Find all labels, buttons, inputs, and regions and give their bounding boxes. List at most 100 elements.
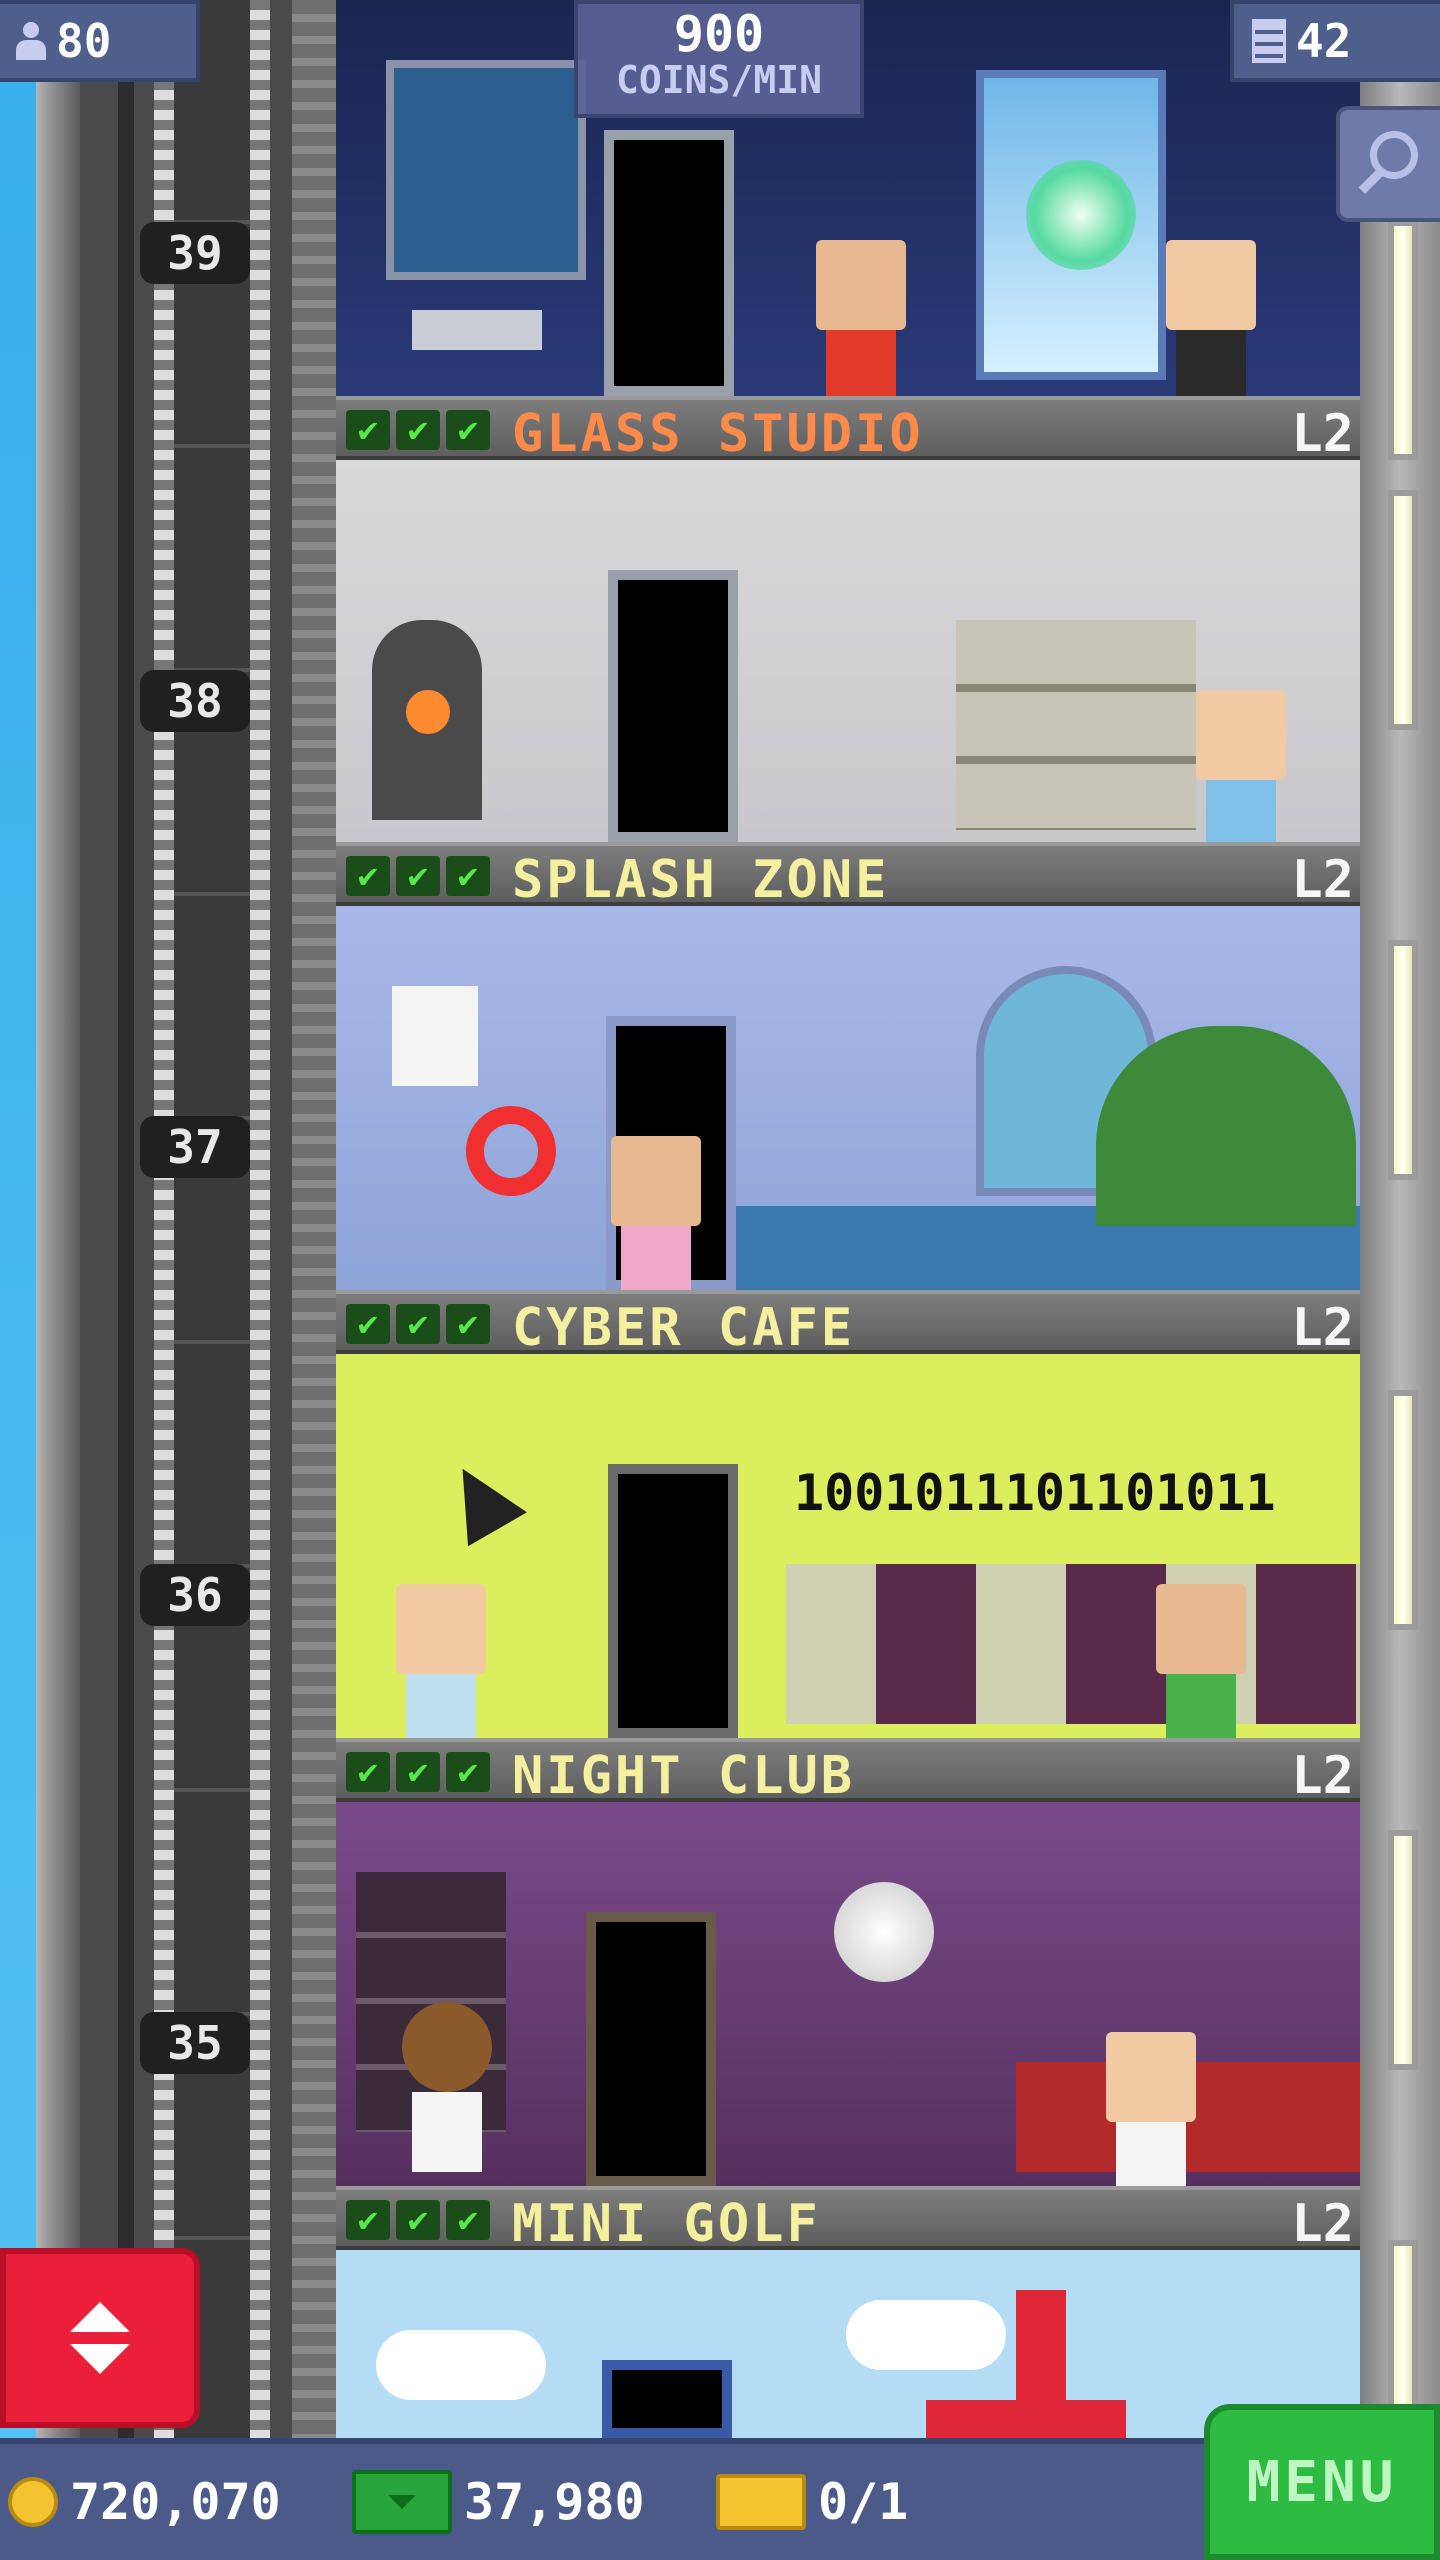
cloud xyxy=(846,2300,1006,2370)
check-icon: ✔ xyxy=(346,1752,390,1792)
room-cyber-cafe[interactable]: 1001011101101011 xyxy=(336,1354,1360,1738)
check-icon: ✔ xyxy=(346,1304,390,1344)
floors-value: 42 xyxy=(1296,14,1352,68)
room-mini-golf[interactable] xyxy=(336,2250,1360,2438)
building-window xyxy=(1388,1830,1418,2070)
floor-number-38: 38 xyxy=(140,670,250,732)
hologram-screen xyxy=(386,60,586,280)
check-icon: ✔ xyxy=(396,1304,440,1344)
binary-sign: 1001011101101011 xyxy=(794,1464,1276,1522)
wall-poster xyxy=(392,986,478,1086)
floor-label-cyber-cafe[interactable]: ✔ ✔ ✔ CYBER CAFE L2 xyxy=(336,1290,1360,1358)
menu-button[interactable]: MENU xyxy=(1204,2404,1440,2560)
disco-ball xyxy=(834,1882,934,1982)
check-icon: ✔ xyxy=(396,1752,440,1792)
bitizen[interactable] xyxy=(1156,1584,1246,1738)
elevator-track xyxy=(174,0,250,2440)
coins-counter[interactable]: 720,070 xyxy=(8,2444,281,2560)
zoom-button[interactable] xyxy=(1336,106,1440,222)
elevator-cable xyxy=(154,0,174,2440)
magnifier-icon xyxy=(1356,129,1426,199)
tickets-value: 0/1 xyxy=(818,2473,909,2531)
floor-checks: ✔ ✔ ✔ xyxy=(346,856,490,896)
floor-number-36: 36 xyxy=(140,1564,250,1626)
floor-label-splash-zone[interactable]: ✔ ✔ ✔ SPLASH ZONE L2 xyxy=(336,842,1360,910)
furnace-fire xyxy=(406,690,450,734)
bitizen[interactable] xyxy=(1196,690,1286,842)
building-window xyxy=(1388,1390,1418,1630)
room-door xyxy=(602,2360,732,2438)
check-icon: ✔ xyxy=(446,1752,490,1792)
palm-tree xyxy=(1096,1026,1356,1226)
cursor-icon xyxy=(433,1451,527,1547)
room-door xyxy=(608,570,738,842)
check-icon: ✔ xyxy=(446,1304,490,1344)
coins-per-min-value: 900 xyxy=(673,5,765,63)
check-icon: ✔ xyxy=(446,856,490,896)
shaft-rail xyxy=(118,0,134,2440)
check-icon: ✔ xyxy=(346,856,390,896)
bitizen[interactable] xyxy=(1106,2032,1196,2186)
check-icon: ✔ xyxy=(346,410,390,450)
building-window xyxy=(1388,940,1418,1180)
floor-level: L2 xyxy=(1291,404,1354,464)
floor-checks: ✔ ✔ ✔ xyxy=(346,1752,490,1792)
coins-per-min-panel: 900 COINS/MIN xyxy=(574,0,864,118)
cloud xyxy=(376,2330,546,2400)
building-icon xyxy=(1252,19,1286,63)
floor-number-39: 39 xyxy=(140,222,250,284)
tower-bux-value: 37,980 xyxy=(464,2473,645,2531)
tickets-counter[interactable]: 0/1 xyxy=(716,2444,908,2560)
check-icon: ✔ xyxy=(446,2200,490,2240)
floor-number-37: 37 xyxy=(140,1116,250,1178)
room-door xyxy=(604,130,734,396)
shaft-rail xyxy=(36,0,80,2440)
room-splash-zone[interactable] xyxy=(336,906,1360,1290)
lab-console xyxy=(412,310,542,350)
population-value: 80 xyxy=(56,14,112,68)
shaft-rail xyxy=(292,0,336,2440)
floor-checks: ✔ ✔ ✔ xyxy=(346,2200,490,2240)
floors-counter[interactable]: 42 xyxy=(1230,0,1440,82)
floor-level: L2 xyxy=(1291,2194,1354,2254)
tower-bux-counter[interactable]: 37,980 xyxy=(352,2444,645,2560)
person-icon xyxy=(14,22,48,60)
glass-shelf xyxy=(956,620,1196,830)
bitizen[interactable] xyxy=(396,1584,486,1738)
check-icon: ✔ xyxy=(396,2200,440,2240)
bitizen[interactable] xyxy=(611,1136,701,1290)
bitizen[interactable] xyxy=(816,240,906,396)
room-door xyxy=(608,1464,738,1738)
glowing-orb xyxy=(1026,160,1136,270)
coin-icon xyxy=(8,2477,58,2527)
sky-background xyxy=(0,0,36,2560)
floor-level: L2 xyxy=(1291,850,1354,910)
up-down-arrows-icon xyxy=(70,2302,130,2374)
room-door xyxy=(586,1912,716,2186)
floor-name: MINI GOLF xyxy=(512,2194,821,2254)
floor-label-glass-studio[interactable]: ✔ ✔ ✔ GLASS STUDIO L2 xyxy=(336,396,1360,464)
elevator-button[interactable] xyxy=(0,2248,200,2428)
building-window xyxy=(1388,490,1418,730)
room-night-club[interactable] xyxy=(336,1802,1360,2186)
floor-checks: ✔ ✔ ✔ xyxy=(346,410,490,450)
floor-level: L2 xyxy=(1291,1298,1354,1358)
floor-label-mini-golf[interactable]: ✔ ✔ ✔ MINI GOLF L2 xyxy=(336,2186,1360,2254)
coins-value: 720,070 xyxy=(70,2473,281,2531)
elevator-shaft xyxy=(36,0,336,2440)
room-glass-studio[interactable] xyxy=(336,460,1360,842)
bitizen[interactable] xyxy=(1166,240,1256,396)
elevator-cable xyxy=(250,0,270,2440)
check-icon: ✔ xyxy=(396,856,440,896)
check-icon: ✔ xyxy=(346,2200,390,2240)
floor-number-35: 35 xyxy=(140,2012,250,2074)
floor-label-night-club[interactable]: ✔ ✔ ✔ NIGHT CLUB L2 xyxy=(336,1738,1360,1806)
building-window xyxy=(1388,220,1418,460)
bitizen[interactable] xyxy=(402,2002,492,2172)
population-counter[interactable]: 80 xyxy=(0,0,200,82)
computer-desks xyxy=(786,1564,1360,1724)
check-icon: ✔ xyxy=(396,410,440,450)
ticket-icon xyxy=(716,2474,806,2530)
floor-checks: ✔ ✔ ✔ xyxy=(346,1304,490,1344)
check-icon: ✔ xyxy=(446,410,490,450)
